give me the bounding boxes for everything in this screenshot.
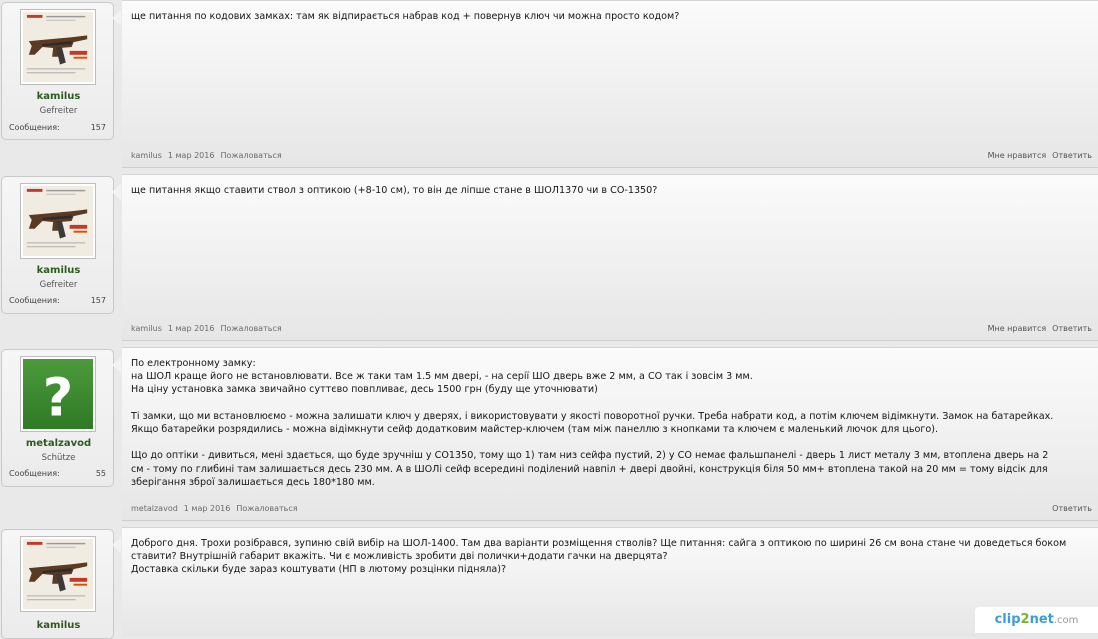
message-text: Доброго дня. Трохи розібрався, зупиню св… xyxy=(131,538,1067,576)
message-text: ще питання по кодових замках: там як від… xyxy=(131,11,680,22)
speech-arrow xyxy=(112,537,121,553)
message-count-label: Сообщения: xyxy=(9,469,60,478)
message-body: ще питання якщо ставити ствол з оптикою … xyxy=(122,174,1098,341)
reply-link[interactable]: Ответить xyxy=(1052,324,1092,333)
post-author-link[interactable]: metalzavod xyxy=(131,504,178,513)
avatar[interactable] xyxy=(20,9,96,85)
user-info-panel: kamilus Gefreiter Сообщения: 157 xyxy=(1,2,114,140)
avatar[interactable]: ? xyxy=(20,356,96,432)
avatar[interactable] xyxy=(20,183,96,259)
message-body: По електронному замку: на ШОЛ краще його… xyxy=(122,347,1098,521)
user-rank: Schütze xyxy=(41,453,76,463)
post-date-link[interactable]: 1 мар 2016 xyxy=(184,504,231,513)
user-rank: Gefreiter xyxy=(39,106,78,116)
report-link[interactable]: Пожаловаться xyxy=(220,324,281,333)
avatar[interactable] xyxy=(20,536,96,612)
post: kamilus Gefreiter Сообщения: 157 ще пита… xyxy=(0,0,1098,168)
message-count-value[interactable]: 157 xyxy=(91,296,106,305)
post-actions: Ответить xyxy=(1040,504,1092,513)
user-info-panel: kamilus xyxy=(1,529,114,639)
rifle-avatar-icon xyxy=(23,12,93,82)
message-count-label: Сообщения: xyxy=(9,296,60,305)
post: ? metalzavod Schütze Сообщения: 55 По ел… xyxy=(0,347,1098,521)
report-link[interactable]: Пожаловаться xyxy=(220,151,281,160)
user-rank: Gefreiter xyxy=(39,280,78,290)
clip2net-watermark: clip2net.com xyxy=(975,607,1098,633)
rifle-avatar-icon xyxy=(23,539,93,609)
message-body: ще питання по кодових замках: там як від… xyxy=(122,0,1098,168)
message-meta: metalzavod 1 мар 2016 Пожаловаться xyxy=(131,504,304,513)
username[interactable]: kamilus xyxy=(2,620,115,631)
reply-link[interactable]: Ответить xyxy=(1052,504,1092,513)
speech-arrow xyxy=(112,10,121,26)
question-mark-avatar-icon: ? xyxy=(23,359,93,429)
username[interactable]: metalzavod xyxy=(2,438,115,449)
post-date-link[interactable]: 1 мар 2016 xyxy=(168,151,215,160)
message-text: По електронному замку: на ШОЛ краще його… xyxy=(131,358,1054,488)
user-info-panel: ? metalzavod Schütze Сообщения: 55 xyxy=(1,349,114,487)
message-count-label: Сообщения: xyxy=(9,123,60,132)
speech-arrow xyxy=(112,184,121,200)
message-count-value[interactable]: 55 xyxy=(96,469,106,478)
like-link[interactable]: Мне нравится xyxy=(988,324,1047,333)
username[interactable]: kamilus xyxy=(2,91,115,102)
message-body: Доброго дня. Трохи розібрався, зупиню св… xyxy=(122,527,1098,637)
post: kamilus Gefreiter Сообщения: 157 ще пита… xyxy=(0,174,1098,341)
message-meta: kamilus 1 мар 2016 Пожаловаться xyxy=(131,151,288,160)
report-link[interactable]: Пожаловаться xyxy=(236,504,297,513)
username[interactable]: kamilus xyxy=(2,265,115,276)
like-link[interactable]: Мне нравится xyxy=(988,151,1047,160)
message-text: ще питання якщо ставити ствол з оптикою … xyxy=(131,185,658,196)
user-info-panel: kamilus Gefreiter Сообщения: 157 xyxy=(1,176,114,314)
post-actions: Мне нравится Ответить xyxy=(982,324,1092,333)
post-actions: Мне нравится Ответить xyxy=(982,151,1092,160)
post-author-link[interactable]: kamilus xyxy=(131,324,162,333)
svg-text:?: ? xyxy=(43,367,73,428)
message-count-value[interactable]: 157 xyxy=(91,123,106,132)
post-date-link[interactable]: 1 мар 2016 xyxy=(168,324,215,333)
message-meta: kamilus 1 мар 2016 Пожаловаться xyxy=(131,324,288,333)
rifle-avatar-icon xyxy=(23,186,93,256)
reply-link[interactable]: Ответить xyxy=(1052,151,1092,160)
post-author-link[interactable]: kamilus xyxy=(131,151,162,160)
post: kamilus Доброго дня. Трохи розібрався, з… xyxy=(0,527,1098,639)
speech-arrow xyxy=(112,357,121,373)
